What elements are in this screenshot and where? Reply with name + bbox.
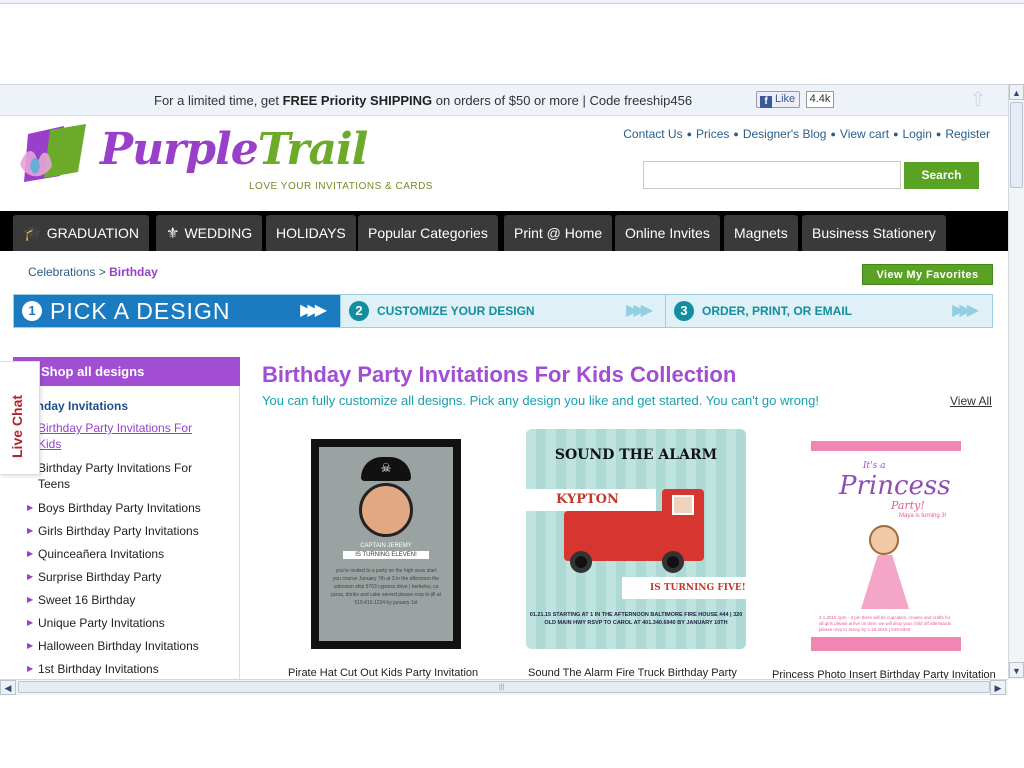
window-top-edge (0, 0, 1024, 4)
shop-all-designs-header[interactable]: Shop all designs (13, 357, 240, 386)
scroll-up-icon[interactable]: ▲ (1009, 84, 1024, 100)
main-nav: 🎓 GRADUATION ⚜ WEDDING HOLIDAYS Popular Ca… (0, 211, 1008, 251)
fleur-de-lis-icon: ⚜ (166, 225, 180, 242)
collection-title: Birthday Party Invitations For Kids Coll… (262, 362, 737, 387)
scroll-to-top-icon[interactable]: ⇧ (966, 90, 990, 111)
logo-wordmark: PurpleTrail (100, 124, 368, 175)
breadcrumb-celebrations[interactable]: Celebrations (28, 265, 95, 279)
nav-tab-holidays[interactable]: HOLIDAYS (266, 215, 356, 251)
step-arrows-icon: ▶▶▶ (300, 302, 327, 319)
facebook-like-button[interactable]: f Like (756, 91, 800, 108)
contact-us-link[interactable]: Contact Us (623, 127, 682, 141)
expand-arrow-icon: ▶ (27, 595, 34, 604)
wheel-icon (570, 551, 592, 573)
expand-arrow-icon: ▶ (27, 526, 34, 535)
step-customize-your-design[interactable]: 2 CUSTOMIZE YOUR DESIGN ▶▶▶ (340, 295, 666, 327)
skull-icon: ☠ (361, 457, 411, 481)
purpletrail-logo[interactable]: PurpleTrail LOVE YOUR INVITATIONS & CARD… (16, 122, 432, 192)
expand-arrow-icon: ▶ (27, 641, 34, 650)
wheel-icon (662, 551, 684, 573)
sidebar-item-kids[interactable]: Birthday Party Invitations For Kids (38, 420, 218, 452)
nav-tab-graduation[interactable]: 🎓 GRADUATION (13, 215, 149, 251)
nav-tab-magnets[interactable]: Magnets (724, 215, 798, 251)
expand-arrow-icon: ▶ (27, 618, 34, 627)
horizontal-scrollbar[interactable]: ◀ ||| ▶ (0, 679, 1008, 695)
child-photo (672, 495, 694, 515)
breadcrumb: Celebrations > Birthday (28, 265, 158, 279)
card-title[interactable]: Princess Photo Insert Birthday Party Inv… (772, 669, 996, 679)
nav-tab-online-invites[interactable]: Online Invites (615, 215, 720, 251)
promo-bar: For a limited time, get FREE Priority SH… (0, 85, 1008, 116)
nav-tab-print-at-home[interactable]: Print @ Home (504, 215, 613, 251)
graduation-cap-icon: 🎓 (23, 225, 42, 242)
facebook-like-count: 4.4k (806, 91, 834, 108)
header-links: Contact Us ● Prices ● Designer's Blog ● View c… (623, 127, 990, 141)
nav-tab-business-stationery[interactable]: Business Stationery (802, 215, 946, 251)
card-title[interactable]: Pirate Hat Cut Out Kids Party Invitation (288, 667, 478, 679)
sidebar-category-birthday[interactable]: rthday Invitations (28, 399, 128, 413)
scroll-left-icon[interactable]: ◀ (0, 680, 16, 695)
collection-subtitle: You can fully customize all designs. Pic… (262, 393, 820, 408)
pirate-invitation-image[interactable]: ☠ CAPTAIN JEREMY IS TURNING ELEVEN! you'r… (311, 439, 461, 649)
vertical-scrollbar[interactable]: ▲ ▼ (1008, 84, 1024, 679)
step-pick-a-design[interactable]: 1 PICK A DESIGN ▶▶▶ (14, 295, 340, 327)
designers-blog-link[interactable]: Designer's Blog (743, 127, 827, 141)
register-link[interactable]: Register (945, 127, 990, 141)
sidebar-item-1st-birthday[interactable]: ▶ 1st Birthday Invitations (27, 661, 218, 677)
sidebar-item-unique[interactable]: ▶ Unique Party Invitations (27, 615, 218, 631)
live-chat-tab[interactable]: Live Chat (0, 361, 40, 475)
search-input[interactable] (643, 161, 901, 189)
expand-arrow-icon: ▶ (27, 503, 34, 512)
fire-truck-invitation-image[interactable]: SOUND THE ALARM KYPTON IS TURNING FIVE! … (526, 429, 746, 649)
sidebar-item-teens[interactable]: Birthday Party Invitations For Teens (38, 460, 218, 492)
prices-link[interactable]: Prices (696, 127, 729, 141)
view-cart-link[interactable]: View cart (840, 127, 889, 141)
sidebar-item-halloween[interactable]: ▶ Halloween Birthday Invitations (27, 638, 218, 654)
sidebar-item-girls[interactable]: ▶ Girls Birthday Party Invitations (27, 523, 218, 539)
sidebar-item-boys[interactable]: ▶ Boys Birthday Party Invitations (27, 500, 218, 516)
logo-mark-icon (20, 124, 86, 182)
logo-tagline: LOVE YOUR INVITATIONS & CARDS (249, 181, 433, 192)
view-all-link[interactable]: View All (950, 394, 992, 408)
princess-invitation-image[interactable]: It's a Princess Party! Maya is turning 3… (811, 441, 961, 651)
page-viewport: For a limited time, get FREE Priority SH… (0, 84, 1008, 679)
search-button[interactable]: Search (904, 162, 979, 189)
breadcrumb-birthday: Birthday (109, 265, 158, 279)
expand-arrow-icon: ▶ (27, 664, 34, 673)
princess-illustration (851, 521, 921, 611)
facebook-icon: f (760, 96, 772, 108)
scroll-down-icon[interactable]: ▼ (1009, 662, 1024, 678)
child-photo (359, 483, 413, 537)
nav-tab-popular-categories[interactable]: Popular Categories (358, 215, 498, 251)
promo-text: For a limited time, get FREE Priority SH… (154, 93, 693, 108)
nav-tab-wedding[interactable]: ⚜ WEDDING (156, 215, 263, 251)
step-arrows-icon: ▶▶▶ (952, 302, 979, 319)
step-order-print-email[interactable]: 3 ORDER, PRINT, OR EMAIL ▶▶▶ (665, 295, 992, 327)
steps-bar: 1 PICK A DESIGN ▶▶▶ 2 CUSTOMIZE YOUR DES… (13, 294, 993, 328)
horizontal-scroll-thumb[interactable]: ||| (18, 681, 990, 693)
login-link[interactable]: Login (903, 127, 932, 141)
sidebar-item-quinceanera[interactable]: ▶ Quinceañera Invitations (27, 546, 218, 562)
vertical-scroll-thumb[interactable] (1010, 102, 1023, 188)
expand-arrow-icon: ▶ (27, 549, 34, 558)
expand-arrow-icon: ▶ (27, 572, 34, 581)
sidebar-item-surprise[interactable]: ▶ Surprise Birthday Party (27, 569, 218, 585)
step-arrows-icon: ▶▶▶ (626, 302, 653, 319)
sidebar-item-sweet-16[interactable]: ▶ Sweet 16 Birthday (27, 592, 218, 608)
card-title[interactable]: Sound The Alarm Fire Truck Birthday Part… (528, 667, 737, 679)
view-my-favorites-button[interactable]: View My Favorites (862, 264, 993, 285)
scroll-right-icon[interactable]: ▶ (990, 680, 1006, 695)
